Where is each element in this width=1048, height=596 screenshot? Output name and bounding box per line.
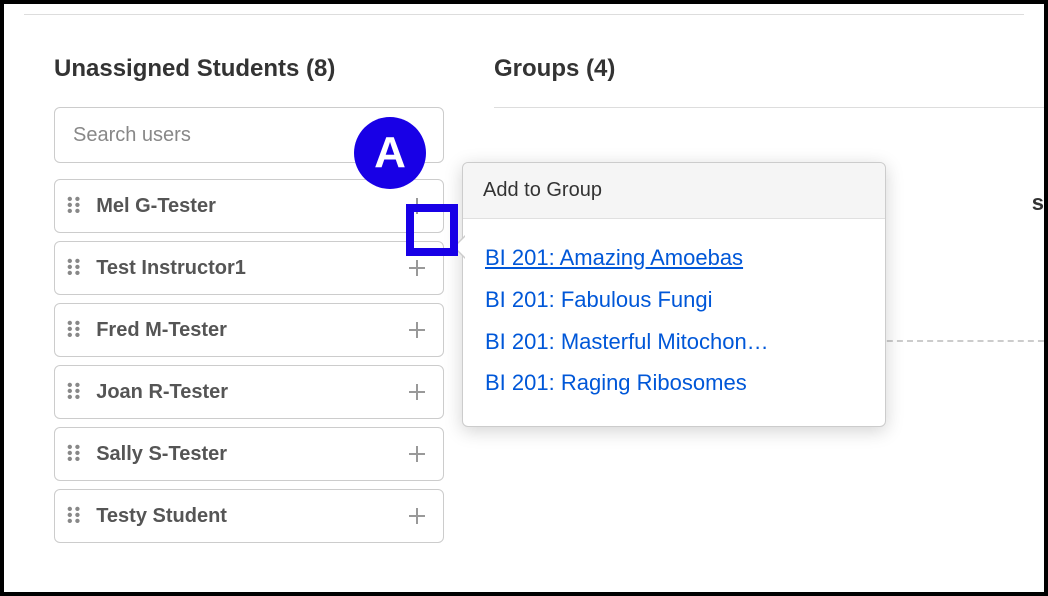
student-name: Joan R-Tester [96, 381, 403, 404]
obscured-group-text: s [1032, 190, 1044, 216]
group-option-link[interactable]: BI 201: Amazing Amoebas [485, 237, 863, 279]
add-to-group-button[interactable] [403, 440, 431, 468]
add-to-group-button[interactable] [403, 502, 431, 530]
drag-handle-icon[interactable]: •••••• [67, 259, 82, 277]
student-row[interactable]: •••••• Testy Student [54, 489, 444, 543]
add-to-group-button[interactable] [403, 316, 431, 344]
groups-title: Groups (4) [494, 55, 1048, 83]
drag-handle-icon[interactable]: •••••• [67, 383, 82, 401]
add-to-group-button[interactable] [403, 254, 431, 282]
student-row[interactable]: •••••• Joan R-Tester [54, 365, 444, 419]
student-name: Testy Student [96, 505, 403, 528]
unassigned-title: Unassigned Students (8) [54, 55, 454, 83]
drag-handle-icon[interactable]: •••••• [67, 197, 82, 215]
group-option-link[interactable]: BI 201: Masterful Mitochon… [485, 321, 863, 363]
student-name: Test Instructor1 [96, 257, 403, 280]
student-list: •••••• Mel G-Tester •••••• Test Instructor1… [54, 179, 454, 543]
annotation-badge-a: A [354, 117, 426, 189]
group-option-link[interactable]: BI 201: Raging Ribosomes [485, 362, 863, 404]
popover-arrow-icon [453, 235, 465, 259]
add-to-group-button[interactable] [403, 378, 431, 406]
student-row[interactable]: •••••• Fred M-Tester [54, 303, 444, 357]
drag-handle-icon[interactable]: •••••• [67, 507, 82, 525]
popover-body: BI 201: Amazing AmoebasBI 201: Fabulous … [463, 219, 885, 426]
drag-handle-icon[interactable]: •••••• [67, 445, 82, 463]
student-name: Mel G-Tester [96, 195, 403, 218]
student-row[interactable]: •••••• Test Instructor1 [54, 241, 444, 295]
student-name: Sally S-Tester [96, 443, 403, 466]
student-row[interactable]: •••••• Sally S-Tester [54, 427, 444, 481]
popover-header: Add to Group [463, 163, 885, 219]
add-to-group-popover: Add to Group BI 201: Amazing AmoebasBI 2… [462, 162, 886, 427]
drag-handle-icon[interactable]: •••••• [67, 321, 82, 339]
add-to-group-button[interactable] [403, 192, 431, 220]
student-name: Fred M-Tester [96, 319, 403, 342]
group-option-link[interactable]: BI 201: Fabulous Fungi [485, 279, 863, 321]
